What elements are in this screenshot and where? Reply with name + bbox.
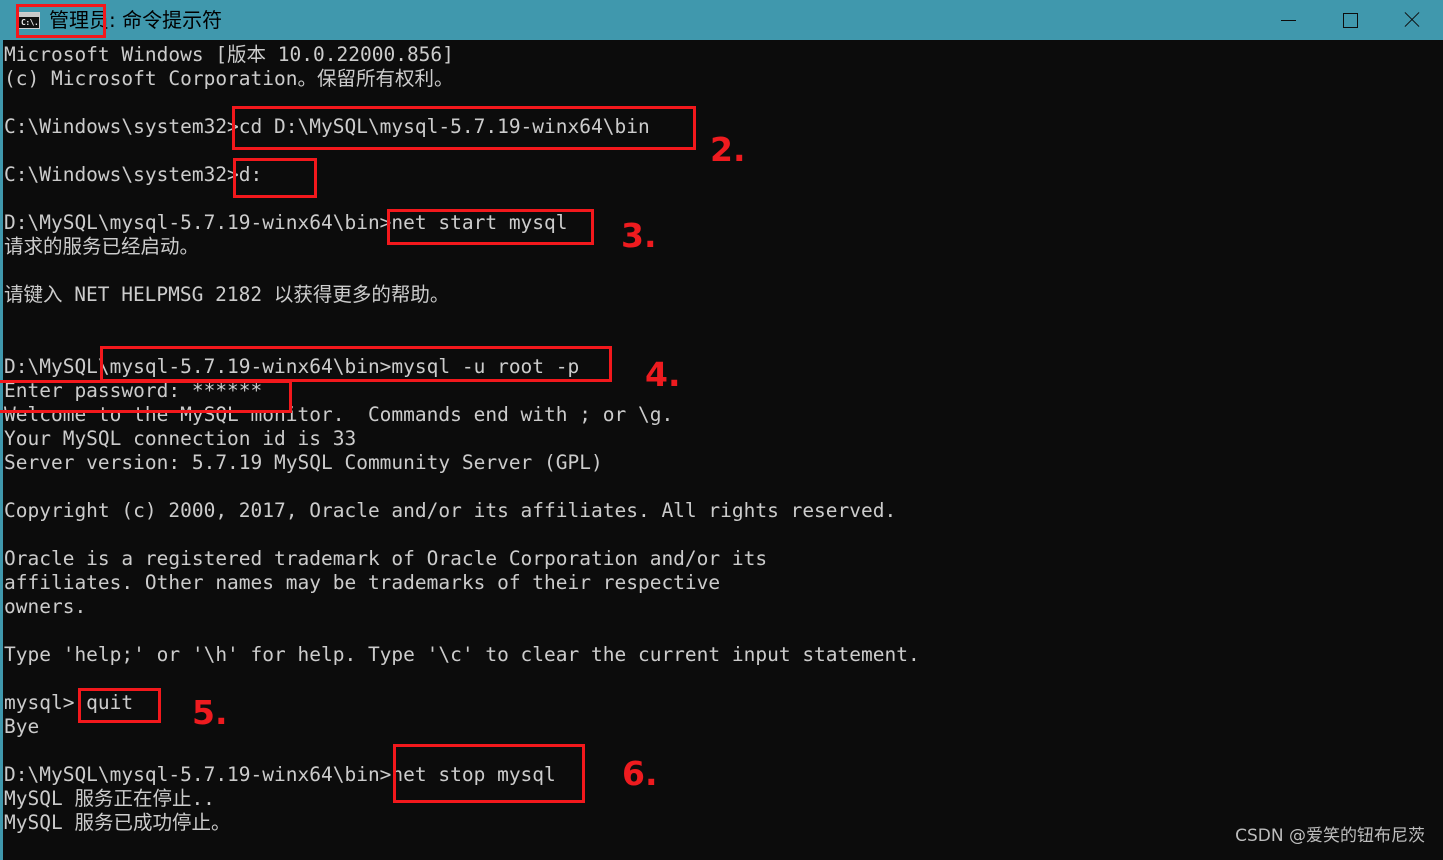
- window-titlebar: C:\. 管理员: 命令提示符: [0, 0, 1443, 40]
- maximize-icon: [1342, 12, 1358, 28]
- console-line: MySQL 服务已成功停止。: [4, 811, 231, 834]
- console-line: Copyright (c) 2000, 2017, Oracle and/or …: [4, 499, 897, 522]
- minimize-icon: [1280, 19, 1296, 21]
- console-line: owners.: [4, 595, 87, 618]
- cmd-console-icon: C:\.: [18, 11, 40, 29]
- close-button[interactable]: [1381, 0, 1443, 40]
- console-line: 请键入 NET HELPMSG 2182 以获得更多的帮助。: [4, 283, 450, 306]
- titlebar-left-group: C:\. 管理员: 命令提示符: [0, 0, 222, 40]
- console-line: Oracle is a registered trademark of Orac…: [4, 547, 768, 570]
- console-line: affiliates. Other names may be trademark…: [4, 571, 721, 594]
- console-line: D:\MySQL\mysql-5.7.19-winx64\bin>mysql -…: [4, 355, 580, 378]
- annotation-step-number: 4.: [645, 355, 681, 394]
- cmd-icon-prompt-glyph: C:\.: [21, 17, 39, 27]
- annotation-step-number: 5.: [192, 693, 228, 732]
- console-line: Microsoft Windows [版本 10.0.22000.856]: [4, 43, 454, 66]
- close-icon: [1402, 10, 1422, 30]
- window-title: 管理员: 命令提示符: [49, 8, 223, 32]
- console-line: Type 'help;' or '\h' for help. Type '\c'…: [4, 643, 920, 666]
- annotation-step-number: 6.: [622, 754, 658, 793]
- console-line: Server version: 5.7.19 MySQL Community S…: [4, 451, 603, 474]
- console-line: D:\MySQL\mysql-5.7.19-winx64\bin>net sto…: [4, 763, 556, 786]
- cmd-icon-titlestrip: [19, 12, 39, 17]
- console-line: 请求的服务已经启动。: [4, 235, 200, 258]
- maximize-button[interactable]: [1319, 0, 1381, 40]
- console-line: Welcome to the MySQL monitor. Commands e…: [4, 403, 674, 426]
- annotation-step-number: 3.: [621, 216, 657, 255]
- console-line: (c) Microsoft Corporation。保留所有权利。: [4, 67, 454, 90]
- console-line: Your MySQL connection id is 33: [4, 427, 357, 450]
- minimize-button[interactable]: [1257, 0, 1319, 40]
- window-controls: [1257, 0, 1443, 40]
- console-line: D:\MySQL\mysql-5.7.19-winx64\bin>net sta…: [4, 211, 568, 234]
- console-line: Enter password: ******: [4, 379, 263, 402]
- console-line: MySQL 服务正在停止..: [4, 787, 215, 810]
- csdn-watermark: CSDN @爱笑的钮布尼茨: [1235, 826, 1425, 846]
- annotation-step-number: 2.: [710, 130, 746, 169]
- console-left-edge: [0, 40, 3, 860]
- cmd-window: C:\. 管理员: 命令提示符 Microsoft Windows [版本 10…: [0, 0, 1443, 860]
